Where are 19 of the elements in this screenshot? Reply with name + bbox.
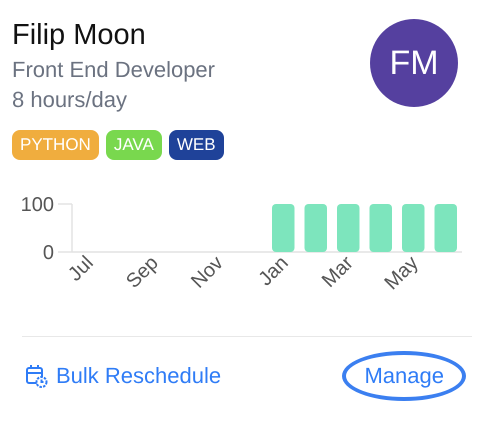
x-tick-label: May <box>380 252 423 294</box>
bulk-reschedule-link[interactable]: Bulk Reschedule <box>26 363 222 389</box>
calendar-clock-icon <box>26 364 48 388</box>
x-tick-label: Nov <box>187 252 228 293</box>
y-tick-label: 0 <box>42 242 54 264</box>
skill-tag: PYTHON <box>12 130 99 160</box>
skill-tag: JAVA <box>106 130 162 160</box>
x-tick-label: Jul <box>64 252 98 286</box>
x-tick-label: Sep <box>122 252 163 293</box>
avatar: FM <box>370 19 458 107</box>
skill-tag: WEB <box>168 130 224 160</box>
manage-button[interactable]: Manage <box>342 351 466 401</box>
y-axis <box>58 203 73 253</box>
work-hours: 8 hours/day <box>12 86 128 114</box>
x-tick-label: Jan <box>254 252 293 290</box>
x-tick-label: Mar <box>318 252 358 292</box>
job-title: Front End Developer <box>12 56 215 84</box>
person-name: Filip Moon <box>12 18 147 53</box>
y-tick-label: 100 <box>20 194 54 216</box>
